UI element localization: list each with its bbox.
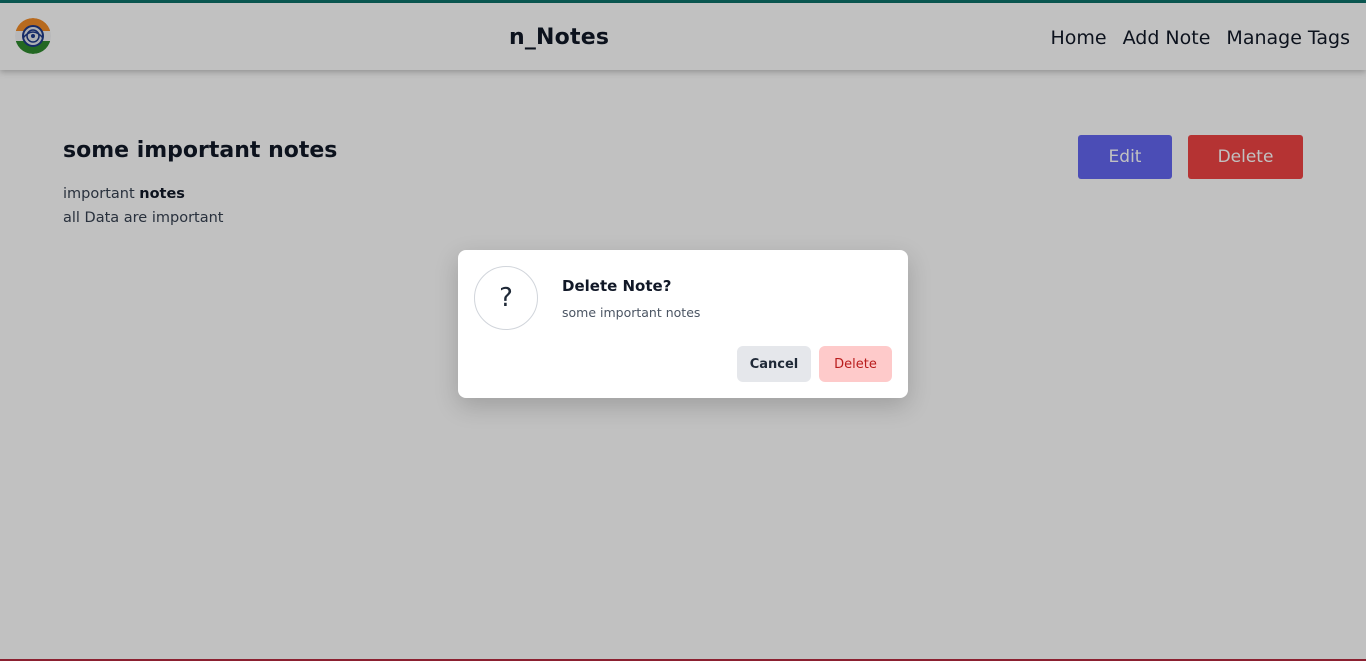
delete-confirm-dialog: ? Delete Note? some important notes Canc… <box>458 250 908 398</box>
cancel-button[interactable]: Cancel <box>737 346 811 382</box>
dialog-title: Delete Note? <box>562 277 672 295</box>
confirm-delete-button[interactable]: Delete <box>819 346 892 382</box>
question-icon: ? <box>474 266 538 330</box>
dialog-message: some important notes <box>562 305 701 320</box>
